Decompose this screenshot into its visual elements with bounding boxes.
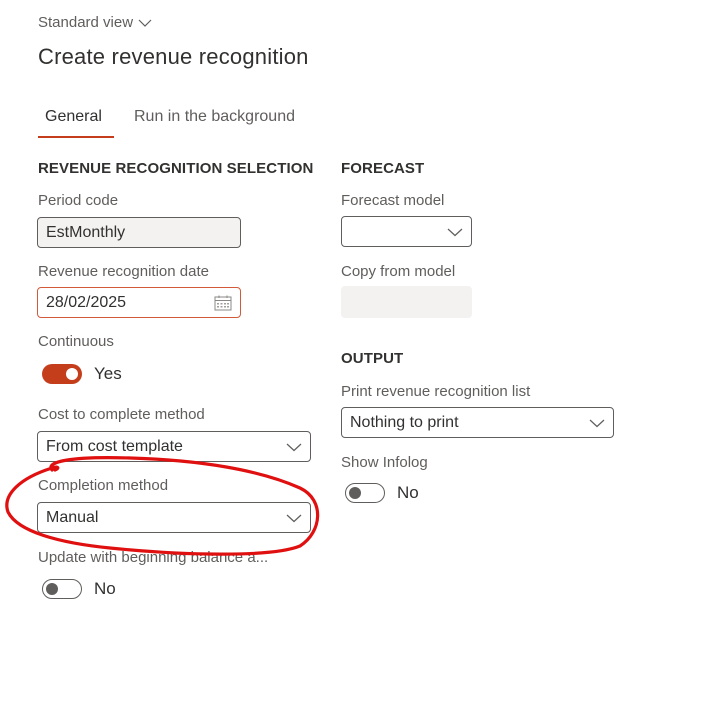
active-tab-indicator [38,136,114,138]
view-selector-label: Standard view [38,14,134,31]
toggle-knob [46,583,58,595]
print-list-label: Print revenue recognition list [341,383,531,400]
copy-from-model-field [341,286,472,318]
show-infolog-value: No [397,483,419,502]
show-infolog-toggle[interactable]: No [345,483,419,503]
completion-method-value: Manual [46,508,99,526]
update-beginning-balance-label: Update with beginning balance a... [38,549,269,566]
calendar-icon[interactable] [214,295,232,311]
continuous-label: Continuous [38,333,114,350]
copy-from-model-label: Copy from model [341,263,456,280]
toggle-knob [66,368,78,380]
chevron-down-icon [589,419,605,427]
period-code-field[interactable]: EstMonthly [37,217,241,248]
recognition-date-label: Revenue recognition date [38,263,209,280]
recognition-date-value: 28/02/2025 [46,293,127,311]
continuous-value: Yes [94,364,122,383]
toggle-knob [349,487,361,499]
update-beginning-balance-value: No [94,579,116,598]
section-heading-forecast: FORECAST [341,160,425,177]
show-infolog-label: Show Infolog [341,454,428,471]
view-selector[interactable]: Standard view [38,14,152,31]
toggle-switch[interactable] [42,579,82,599]
print-list-value: Nothing to print [350,413,459,431]
continuous-toggle[interactable]: Yes [42,364,122,384]
page-title: Create revenue recognition [38,44,309,69]
print-list-select[interactable]: Nothing to print [341,407,614,438]
toggle-switch[interactable] [345,483,385,503]
completion-method-label: Completion method [38,477,169,494]
chevron-down-icon [286,443,302,451]
period-code-value: EstMonthly [46,223,126,241]
period-code-label: Period code [38,192,119,209]
toggle-switch[interactable] [42,364,82,384]
chevron-down-icon [447,228,463,236]
forecast-model-select[interactable] [341,216,472,247]
recognition-date-field[interactable]: 28/02/2025 [37,287,241,318]
cost-to-complete-label: Cost to complete method [38,406,205,423]
cost-to-complete-select[interactable]: From cost template [37,431,311,462]
chevron-down-icon [286,514,302,522]
update-beginning-balance-toggle[interactable]: No [42,579,116,599]
forecast-model-label: Forecast model [341,192,445,209]
section-heading-output: OUTPUT [341,350,404,367]
completion-method-select[interactable]: Manual [37,502,311,533]
chevron-down-icon [138,19,152,27]
tab-general[interactable]: General [45,108,102,126]
tab-run-in-background[interactable]: Run in the background [134,108,295,126]
cost-to-complete-value: From cost template [46,437,183,455]
section-heading-selection: REVENUE RECOGNITION SELECTION [38,160,314,177]
